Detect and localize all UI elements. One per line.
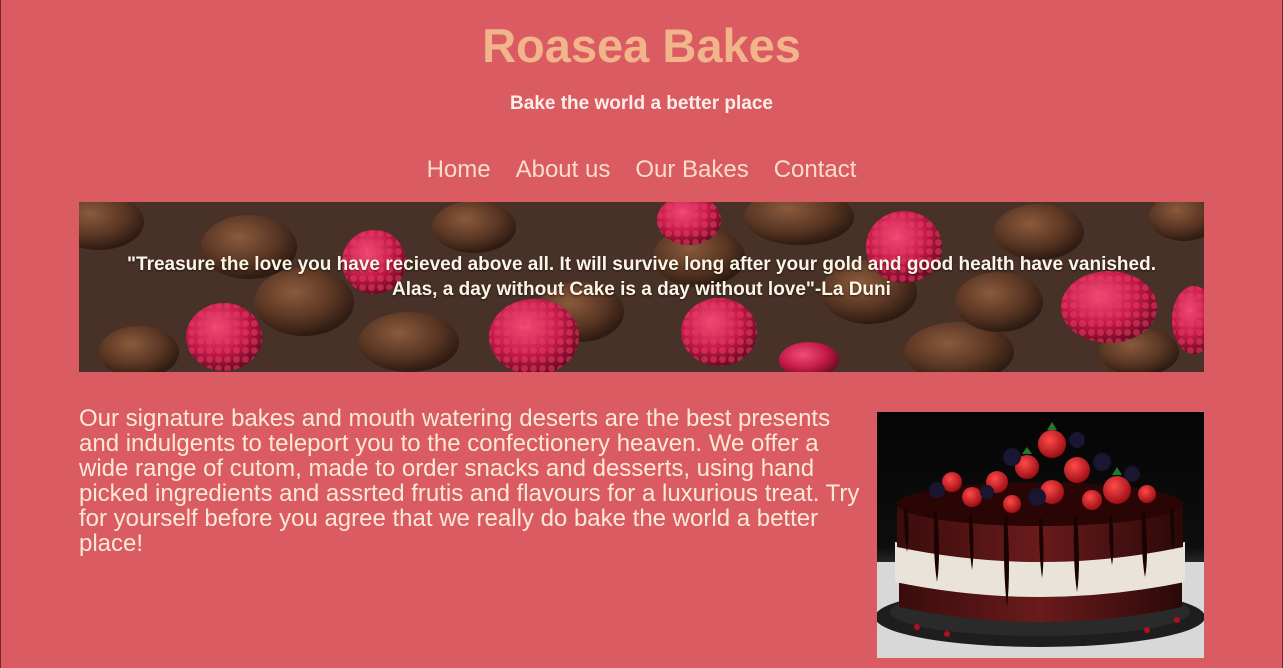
site-title: Roasea Bakes: [482, 19, 801, 72]
hero-banner: "Treasure the love you have recieved abo…: [79, 202, 1204, 372]
nav-link-our-bakes[interactable]: Our Bakes: [635, 154, 748, 186]
quote-line-2: Alas, a day without Cake is a day withou…: [392, 279, 891, 300]
intro-paragraph: Our signature bakes and mouth watering d…: [79, 405, 860, 557]
main-nav: Home About us Our Bakes Contact: [1, 154, 1282, 186]
quote-line-1: "Treasure the love you have recieved abo…: [127, 254, 1156, 275]
site-tagline: Bake the world a better place: [510, 93, 773, 114]
nav-link-contact[interactable]: Contact: [774, 154, 857, 186]
nav-link-home[interactable]: Home: [427, 154, 491, 186]
banner-quote: "Treasure the love you have recieved abo…: [79, 252, 1204, 302]
page: Roasea Bakes Bake the world a better pla…: [0, 0, 1283, 668]
nav-link-about-us[interactable]: About us: [516, 154, 611, 186]
chocolate-cake-image: [877, 412, 1204, 658]
